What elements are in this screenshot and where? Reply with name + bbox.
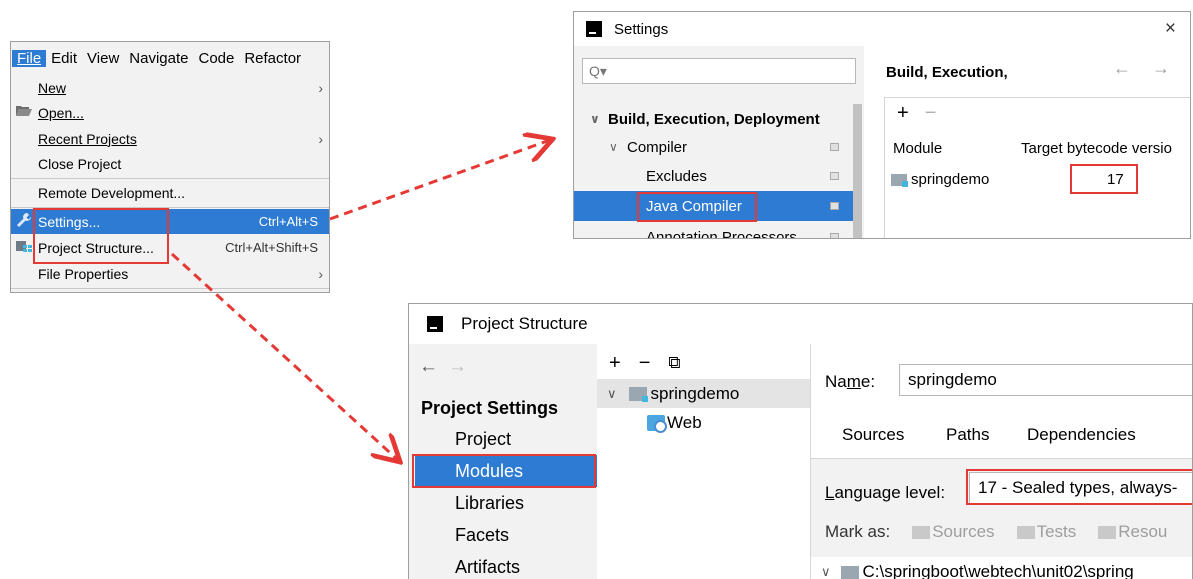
annotation-arrows [170, 0, 1193, 579]
arrow-to-settings [329, 140, 550, 221]
arrow-to-project-structure [170, 252, 398, 460]
